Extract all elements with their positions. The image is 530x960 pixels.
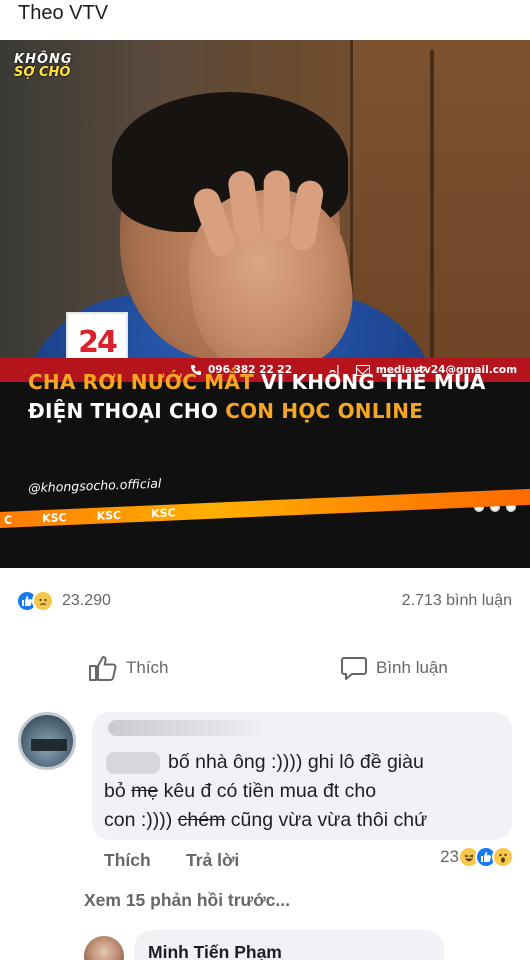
reply-avatar[interactable] — [84, 936, 124, 960]
comment-reply-button[interactable]: Trả lời — [186, 850, 239, 871]
comment-button-label: Bình luận — [376, 658, 448, 677]
headline: CHA RƠI NƯỚC MẮT VÌ KHÔNG THỂ MUA ĐIỆN T… — [28, 370, 486, 423]
redacted-commenter-name — [108, 720, 268, 736]
like-button-label: Thích — [126, 658, 169, 677]
reactions-summary[interactable]: 23.290 — [16, 590, 111, 612]
thumbs-up-icon — [89, 656, 117, 681]
comment-text-line-3: con :)))) chém cũng vừa vừa thôi chứ — [104, 809, 428, 831]
comment-button[interactable]: Bình luận — [340, 654, 448, 682]
comment-like-button[interactable]: Thích — [104, 850, 151, 871]
comment-count[interactable]: 2.713 bình luận — [402, 592, 512, 610]
reply-author-name[interactable]: Minh Tiến Phạm — [148, 942, 282, 960]
post-source: Theo VTV — [18, 2, 109, 24]
redacted-word — [106, 752, 160, 774]
reaction-count: 23.290 — [62, 592, 111, 609]
like-button[interactable]: Thích — [88, 654, 169, 682]
show-logo: KHÔNG SỢ CHÓ — [14, 52, 73, 80]
comment-text-line-2: bỏ mẹ kêu đ có tiền mua đt cho — [104, 780, 377, 802]
view-previous-replies-link[interactable]: Xem 15 phản hồi trước... — [84, 890, 290, 911]
sad-icon — [32, 590, 54, 612]
post-page: Theo VTV KHÔNG SỢ CHÓ 24 096 382 22 22 | — [0, 0, 530, 960]
comment-reactions[interactable]: 23 — [440, 846, 514, 868]
commenter-avatar[interactable] — [18, 712, 76, 770]
wow-icon — [492, 846, 514, 868]
comment-reaction-count: 23 — [440, 847, 459, 866]
comment-text-line-1: bố nhà ông :)))) ghi lô đề giàu — [168, 751, 424, 773]
speech-bubble-icon — [341, 657, 367, 680]
post-actions: Thích Bình luận — [0, 640, 530, 696]
